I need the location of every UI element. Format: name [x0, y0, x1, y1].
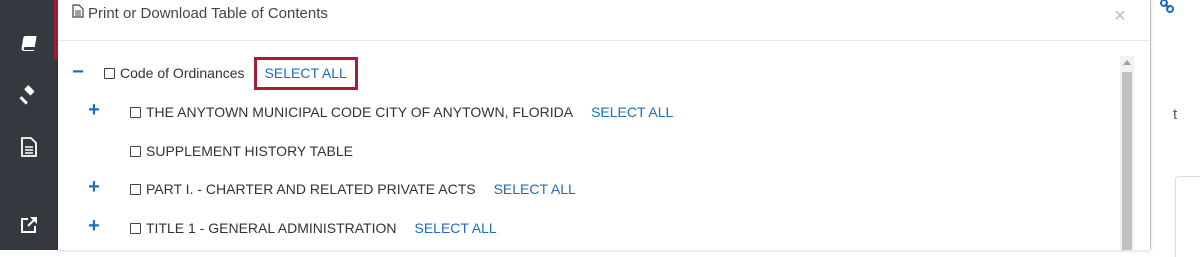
modal-title: Print or Download Table of Contents — [72, 4, 328, 22]
checkbox[interactable] — [130, 145, 141, 157]
scroll-up-arrow-icon[interactable] — [1123, 60, 1131, 65]
tree-item-label: PART I. - CHARTER AND RELATED PRIVATE AC… — [146, 181, 476, 197]
modal-title-text: Print or Download Table of Contents — [88, 4, 328, 22]
tree-item-row: SUPPLEMENT HISTORY TABLE — [130, 139, 353, 163]
scrollbar-thumb[interactable] — [1122, 72, 1132, 250]
expand-toggle[interactable]: + — [86, 177, 102, 197]
checkbox[interactable] — [130, 106, 141, 118]
modal-header: Print or Download Table of Contents × — [58, 0, 1150, 41]
tree-item-row: PART I. - CHARTER AND RELATED PRIVATE AC… — [130, 177, 576, 201]
background-text-fragment: t — [1173, 106, 1178, 123]
expand-toggle[interactable]: + — [86, 216, 102, 236]
document-icon[interactable] — [14, 132, 44, 162]
background-card-edge — [1175, 176, 1200, 257]
document-icon — [72, 4, 84, 22]
tree-root-row: Code of Ordinances SELECT ALL — [104, 56, 358, 90]
select-all-link[interactable]: SELECT ALL — [253, 56, 358, 90]
collapse-toggle[interactable]: − — [70, 62, 86, 82]
link-icon[interactable] — [1159, 0, 1175, 14]
checkbox[interactable] — [130, 222, 141, 234]
external-link-icon[interactable] — [14, 210, 44, 240]
close-button[interactable]: × — [1110, 6, 1130, 26]
book-icon[interactable] — [14, 28, 44, 58]
checkbox[interactable] — [130, 183, 141, 195]
scrollbar[interactable] — [1120, 56, 1134, 250]
gavel-icon[interactable] — [14, 80, 44, 110]
left-sidebar — [0, 0, 58, 250]
select-all-link[interactable]: SELECT ALL — [494, 181, 576, 197]
tree-item-label: THE ANYTOWN MUNICIPAL CODE CITY OF ANYTO… — [146, 104, 574, 120]
tree-item-label: SUPPLEMENT HISTORY TABLE — [146, 143, 353, 159]
print-toc-modal: Print or Download Table of Contents × − … — [58, 0, 1150, 250]
select-all-link[interactable]: SELECT ALL — [414, 220, 496, 236]
tree-item-row: THE ANYTOWN MUNICIPAL CODE CITY OF ANYTO… — [130, 100, 673, 124]
checkbox[interactable] — [104, 67, 115, 79]
tree-item-label: TITLE 1 - GENERAL ADMINISTRATION — [146, 220, 397, 236]
tree-item-label: Code of Ordinances — [120, 65, 245, 81]
tree-item-row: TITLE 1 - GENERAL ADMINISTRATION SELECT … — [130, 216, 497, 240]
select-all-link[interactable]: SELECT ALL — [591, 104, 673, 120]
expand-toggle[interactable]: + — [86, 100, 102, 120]
background-page: t — [1150, 0, 1200, 257]
